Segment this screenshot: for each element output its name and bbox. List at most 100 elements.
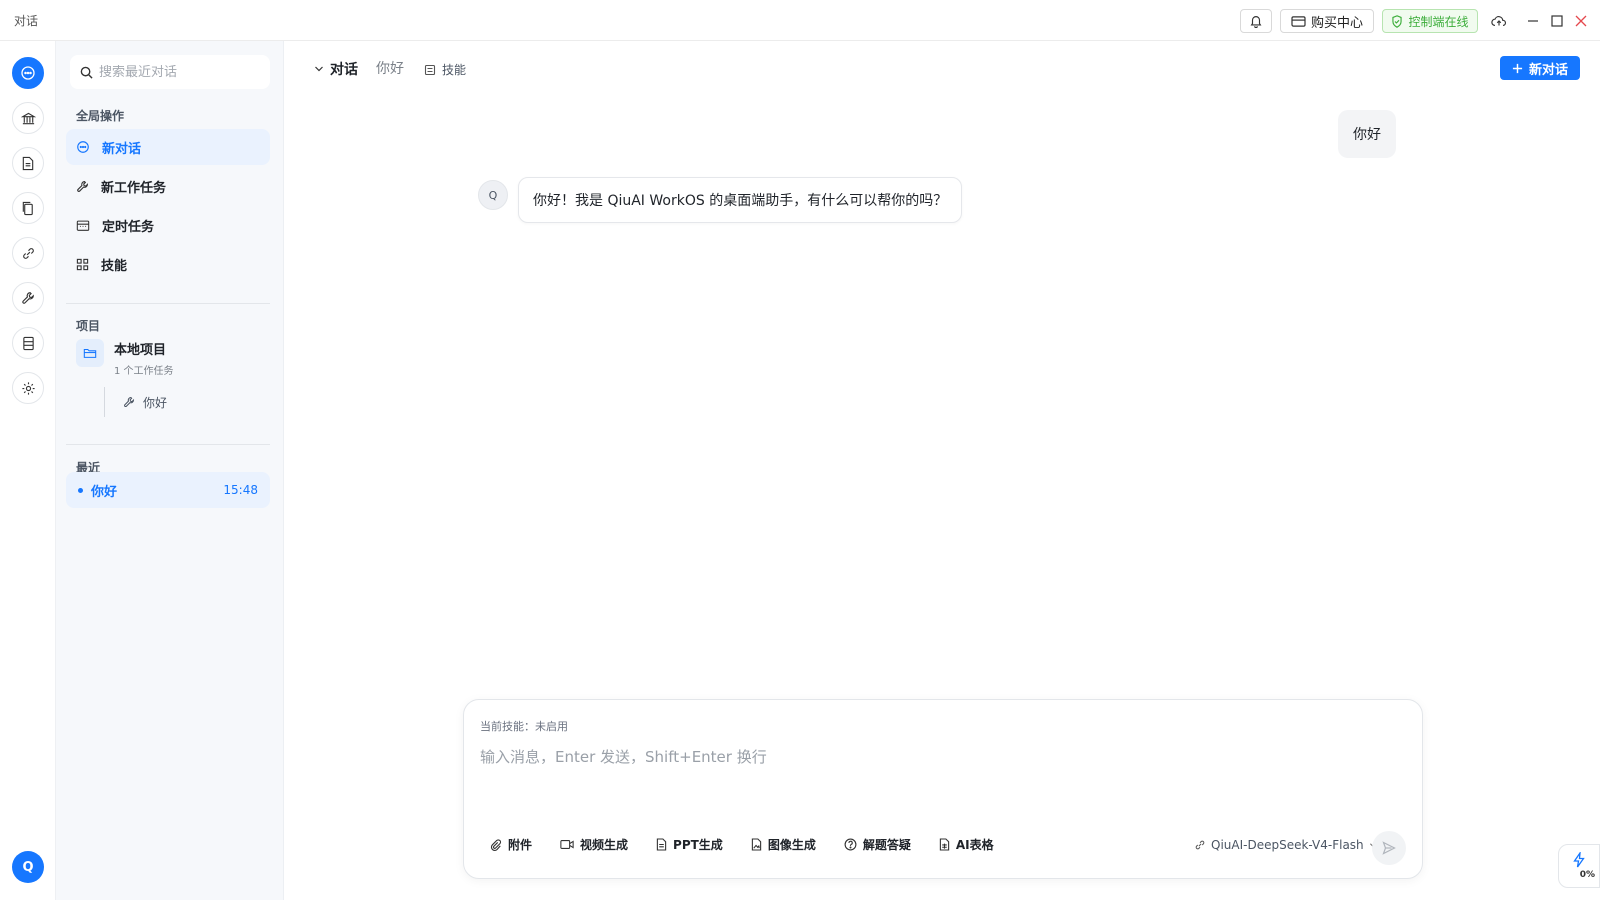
model-selector[interactable]: QiuAI-DeepSeek-V4-Flash — [1194, 838, 1378, 852]
message-input[interactable] — [480, 746, 1400, 806]
maximize-button[interactable] — [1547, 11, 1567, 31]
bank-icon — [20, 112, 36, 124]
attachment-button[interactable]: 附件 — [490, 836, 532, 853]
sidebar-item-label: 新工作任务 — [101, 180, 167, 196]
model-name: QiuAI-DeepSeek-V4-Flash — [1211, 838, 1364, 852]
search-input[interactable] — [99, 64, 259, 80]
rail-copy-button[interactable] — [12, 192, 44, 224]
video-generate-button[interactable]: 视频生成 — [560, 836, 628, 853]
quick-action-widget[interactable]: 0% — [1558, 844, 1600, 888]
message-composer: 当前技能：未启用 附件 视频生成 PPT生成 图像生成 解题答疑 AI表格 Q — [463, 699, 1423, 879]
solve-question-button[interactable]: 解题答疑 — [844, 836, 911, 853]
gear-icon — [21, 381, 35, 395]
project-item[interactable]: 本地项目 1 个工作任务 — [76, 339, 174, 377]
question-icon — [844, 838, 857, 851]
title-bar: 对话 购买中心 控制端在线 — [0, 0, 1600, 41]
bell-icon — [1250, 16, 1262, 28]
sidebar-item-label: 定时任务 — [102, 219, 155, 235]
rail-link-button[interactable] — [12, 237, 44, 269]
wrench-icon — [124, 396, 135, 408]
paperclip-icon — [490, 838, 501, 851]
sidebar-item-skills[interactable]: 技能 — [66, 246, 270, 282]
wrench-icon — [22, 292, 34, 304]
search-box[interactable] — [70, 55, 270, 89]
project-subtitle: 1 个工作任务 — [114, 366, 174, 377]
video-generate-label: 视频生成 — [580, 838, 629, 852]
current-skill-label: 当前技能：未启用 — [480, 720, 568, 733]
rail-bank-button[interactable] — [12, 102, 44, 134]
user-avatar[interactable]: Q — [12, 851, 44, 883]
rail-tools-button[interactable] — [12, 282, 44, 314]
rail-settings-button[interactable] — [12, 372, 44, 404]
divider — [66, 444, 270, 445]
ai-table-label: AI表格 — [955, 838, 994, 852]
project-section-label: 项目 — [76, 319, 101, 333]
rail-database-button[interactable] — [12, 327, 44, 359]
document-icon — [656, 838, 667, 851]
image-file-icon — [751, 838, 761, 851]
send-button[interactable] — [1372, 831, 1406, 865]
tab-conversation[interactable]: 对话 — [314, 59, 358, 79]
send-icon — [1382, 841, 1396, 855]
tab-hello[interactable]: 你好 — [376, 58, 404, 78]
wallet-icon — [1291, 15, 1306, 27]
sidebar-item-scheduled-task[interactable]: 定时任务 — [66, 207, 270, 243]
grid-icon — [76, 258, 89, 270]
shield-check-icon — [1392, 14, 1403, 28]
sidebar-item-label: 新对话 — [102, 141, 142, 157]
tab-skills[interactable]: 技能 — [424, 61, 466, 78]
rail-document-button[interactable] — [12, 147, 44, 179]
project-name: 本地项目 — [114, 343, 167, 358]
user-message: 你好 — [1338, 110, 1396, 158]
search-icon — [80, 66, 93, 79]
sidebar-item-new-work-task[interactable]: 新工作任务 — [66, 168, 270, 204]
solve-question-label: 解题答疑 — [862, 838, 911, 852]
tab-conversation-label: 对话 — [330, 62, 358, 78]
assistant-avatar: Q — [478, 180, 508, 210]
sidebar: 全局操作 新对话 新工作任务 定时任务 技能 项目 本地项目 1 个工作任务 你… — [56, 41, 284, 900]
project-task-item[interactable]: 你好 — [104, 387, 167, 417]
image-generate-label: 图像生成 — [767, 838, 816, 852]
global-section-label: 全局操作 — [76, 109, 125, 123]
console-status-label: 控制端在线 — [1408, 14, 1469, 29]
attachment-label: 附件 — [508, 838, 533, 852]
ai-table-button[interactable]: AI表格 — [939, 836, 994, 853]
minimize-button[interactable] — [1523, 11, 1543, 31]
close-button[interactable] — [1571, 11, 1591, 31]
maximize-icon — [1551, 15, 1563, 27]
document-icon — [22, 156, 34, 170]
recent-conversation-title: 你好 — [91, 484, 118, 500]
window-title: 对话 — [14, 14, 39, 28]
link-icon — [22, 247, 34, 259]
sidebar-item-new-chat[interactable]: 新对话 — [66, 129, 270, 165]
tab-skills-label: 技能 — [442, 63, 467, 77]
chevron-down-icon — [315, 66, 323, 72]
sync-button[interactable] — [1489, 11, 1509, 31]
database-icon — [22, 336, 34, 350]
image-generate-button[interactable]: 图像生成 — [751, 836, 816, 853]
new-chat-button[interactable]: 新对话 — [1500, 56, 1580, 80]
wrench-icon — [77, 180, 88, 192]
plus-icon — [1512, 63, 1523, 73]
buy-center-button[interactable]: 购买中心 — [1280, 9, 1374, 33]
icon-rail: Q — [0, 41, 56, 900]
ppt-generate-button[interactable]: PPT生成 — [656, 836, 723, 853]
divider — [66, 303, 270, 304]
composer-toolbar: 附件 视频生成 PPT生成 图像生成 解题答疑 AI表格 — [490, 836, 994, 853]
project-task-label: 你好 — [143, 395, 168, 410]
chat-icon — [21, 66, 35, 80]
copy-icon — [22, 201, 33, 215]
assistant-message: 你好！我是 QiuAI WorkOS 的桌面端助手，有什么可以帮你的吗？ — [518, 177, 963, 223]
console-status-badge[interactable]: 控制端在线 — [1382, 9, 1478, 33]
notification-button[interactable] — [1240, 9, 1272, 33]
close-icon — [1575, 15, 1587, 27]
video-icon — [560, 840, 574, 849]
cloud-sync-icon — [1491, 16, 1506, 27]
ppt-generate-label: PPT生成 — [673, 838, 723, 852]
new-chat-label: 新对话 — [1528, 62, 1568, 78]
lightning-icon — [1573, 852, 1585, 868]
rail-chat-button[interactable] — [12, 57, 44, 89]
recent-conversation-item[interactable]: 你好 15:48 — [66, 472, 270, 508]
active-dot — [78, 487, 83, 493]
folder-icon — [76, 339, 104, 367]
